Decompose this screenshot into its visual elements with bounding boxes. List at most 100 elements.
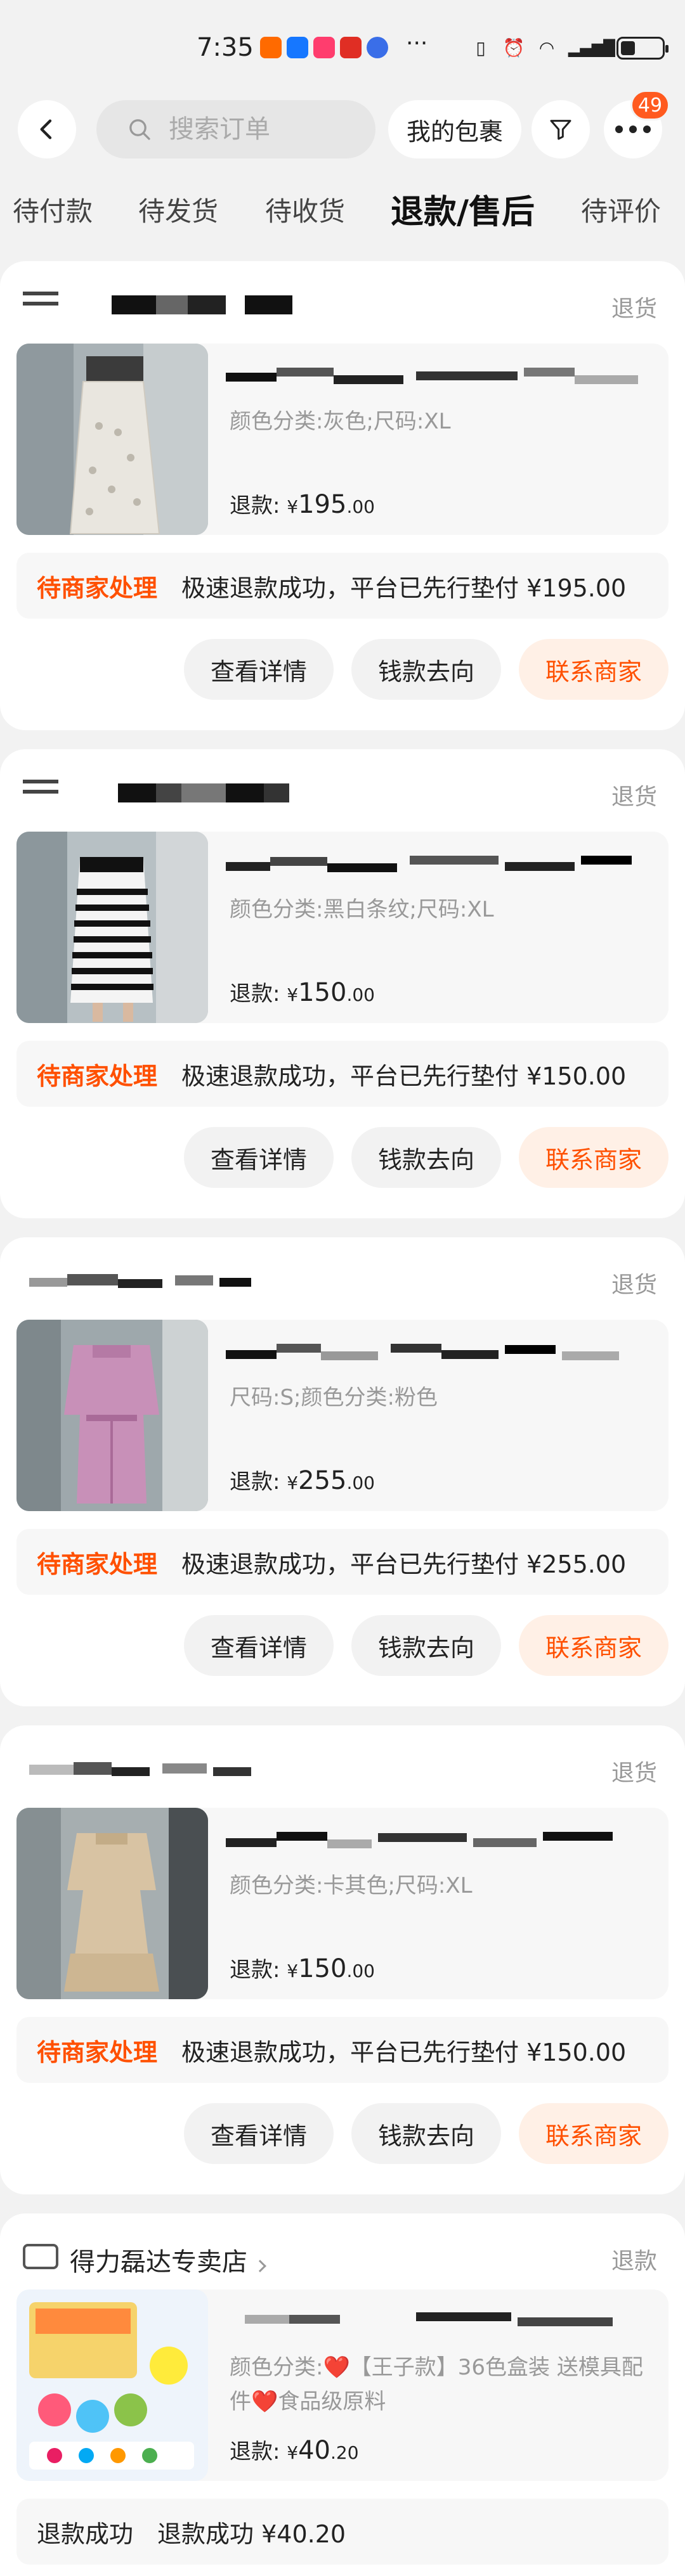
shop-name-redacted — [23, 1272, 251, 1291]
chevron-right-icon — [253, 2260, 266, 2272]
refund-status-desc: 极速退款成功，平台已先行垫付 ¥150.00 — [181, 2038, 627, 2066]
shop-row[interactable]: 得力磊达专卖店 退款 — [23, 2241, 657, 2277]
product-thumbnail[interactable] — [16, 1320, 208, 1511]
status-bar: 7:35 ··· ▯ ⏰ ◠ ▂▄▆█ — [0, 0, 685, 95]
product-title-redacted — [226, 1827, 644, 1850]
product-item[interactable]: 颜色分类:黑白条纹;尺码:XL 退款: ¥150.00 — [16, 832, 669, 1023]
order-actions: 查看详情 钱款去向 联系商家 — [183, 639, 669, 700]
order-card[interactable]: 退货 尺码:S;颜色分类:粉色 退款: ¥255.00 待商家处理 极速退款成功… — [0, 1237, 685, 1706]
product-title-redacted — [226, 2309, 644, 2331]
shop-row[interactable]: 退货 — [23, 1753, 657, 1786]
order-card[interactable]: 退货 颜色分类:卡其色;尺码:XL 退款: ¥150.00 待商家处理 极速退款… — [0, 1725, 685, 2194]
product-sku: 尺码:S;颜色分类:粉色 — [230, 1385, 438, 1410]
view-details-button[interactable]: 查看详情 — [183, 2103, 334, 2164]
tab-pending-review[interactable]: 待评价 — [581, 190, 661, 229]
refund-status-desc: 退款成功 ¥40.20 — [157, 2520, 346, 2548]
view-details-button[interactable]: 查看详情 — [183, 1615, 334, 1676]
refund-status-row[interactable]: 待商家处理 极速退款成功，平台已先行垫付 ¥150.00 — [16, 2017, 669, 2083]
refund-status-desc: 极速退款成功，平台已先行垫付 ¥195.00 — [181, 574, 627, 602]
shop-row[interactable]: 退货 — [23, 1265, 657, 1298]
product-item[interactable]: 颜色分类:灰色;尺码:XL 退款: ¥195.00 — [16, 344, 669, 535]
product-title-redacted — [226, 851, 644, 873]
product-thumbnail[interactable] — [16, 344, 208, 535]
header: 我的包裹 49 — [0, 90, 685, 165]
alarm-icon: ⏰ — [502, 37, 525, 58]
refund-status-row[interactable]: 待商家处理 极速退款成功，平台已先行垫付 ¥150.00 — [16, 1041, 669, 1107]
taobao-app-icon — [260, 37, 282, 58]
order-card[interactable]: 退货 颜色分类:灰色;尺码:XL 退款: ¥195.00 待商家处理 极速退款成… — [0, 261, 685, 730]
refund-status-tag: 退款 — [611, 2248, 657, 2274]
store-icon — [23, 2244, 58, 2269]
product-item[interactable]: 尺码:S;颜色分类:粉色 退款: ¥255.00 — [16, 1320, 669, 1511]
contact-seller-button[interactable]: 联系商家 — [518, 639, 669, 700]
my-package-button[interactable]: 我的包裹 — [388, 100, 521, 158]
return-status-tag: 退货 — [611, 1760, 657, 1786]
money-flow-button[interactable]: 钱款去向 — [351, 2103, 501, 2164]
contact-seller-button[interactable]: 联系商家 — [518, 1615, 669, 1676]
status-time: 7:35 — [197, 33, 254, 62]
order-actions: 查看详情 钱款去向 联系商家 — [183, 1127, 669, 1188]
alipay-app-icon — [287, 37, 308, 58]
shop-menu-icon — [23, 780, 58, 806]
notification-icons — [260, 37, 388, 58]
refund-status-label: 待商家处理 — [37, 2038, 158, 2066]
battery-icon — [616, 37, 669, 60]
product-sku: 颜色分类:黑白条纹;尺码:XL — [230, 897, 494, 922]
money-flow-button[interactable]: 钱款去向 — [351, 639, 501, 700]
refund-status-row[interactable]: 待商家处理 极速退款成功，平台已先行垫付 ¥195.00 — [16, 553, 669, 619]
view-details-button[interactable]: 查看详情 — [183, 1127, 334, 1188]
contact-seller-button[interactable]: 联系商家 — [518, 2103, 669, 2164]
refund-status-desc: 极速退款成功，平台已先行垫付 ¥150.00 — [181, 1062, 627, 1090]
product-thumbnail[interactable] — [16, 2289, 208, 2481]
tab-pending-receipt[interactable]: 待收货 — [265, 190, 345, 229]
shop-menu-icon — [23, 292, 58, 318]
signal-icon: ▂▄▆█ — [568, 39, 615, 57]
shop-name-redacted — [93, 295, 296, 314]
tab-pending-shipment[interactable]: 待发货 — [138, 190, 218, 229]
product-sku: 颜色分类:灰色;尺码:XL — [230, 409, 451, 434]
product-title-redacted — [226, 1339, 644, 1362]
notification-badge: 49 — [630, 90, 670, 120]
refund-status-row[interactable]: 退款成功 退款成功 ¥40.20 — [16, 2499, 669, 2565]
tab-pending-payment[interactable]: 待付款 — [13, 190, 93, 229]
order-tabs: 待付款 待发货 待收货 退款/售后 待评价 — [0, 190, 685, 241]
product-item[interactable]: 颜色分类:❤️【王子款】36色盒装 送模具配件❤️食品级原料 退款: ¥40.2… — [16, 2289, 669, 2481]
refund-status-label: 待商家处理 — [37, 574, 158, 602]
money-flow-button[interactable]: 钱款去向 — [351, 1127, 501, 1188]
contact-seller-button[interactable]: 联系商家 — [518, 1127, 669, 1188]
refund-amount: 退款: ¥40.20 — [230, 2436, 359, 2465]
product-title-redacted — [226, 363, 644, 385]
search-input[interactable] — [169, 115, 346, 144]
view-details-button[interactable]: 查看详情 — [183, 639, 334, 700]
product-thumbnail[interactable] — [16, 1808, 208, 1999]
refund-status-row[interactable]: 待商家处理 极速退款成功，平台已先行垫付 ¥255.00 — [16, 1529, 669, 1595]
shopping-app-icon — [313, 37, 335, 58]
product-item[interactable]: 颜色分类:卡其色;尺码:XL 退款: ¥150.00 — [16, 1808, 669, 1999]
order-card[interactable]: 得力磊达专卖店 退款 颜色分类:❤️【王子款】36色盒装 送模具配件❤️食品级原… — [0, 2213, 685, 2576]
filter-icon — [550, 120, 571, 140]
order-card[interactable]: 退货 颜色分类:黑白条纹;尺码:XL 退款: ¥150.00 待商家处理 极速退… — [0, 749, 685, 1218]
shop-row[interactable]: 退货 — [23, 777, 657, 810]
filter-button[interactable] — [532, 100, 590, 158]
return-status-tag: 退货 — [611, 1272, 657, 1298]
shop-name[interactable]: 得力磊达专卖店 — [70, 2241, 266, 2278]
money-flow-button[interactable]: 钱款去向 — [351, 1615, 501, 1676]
refund-status-desc: 极速退款成功，平台已先行垫付 ¥255.00 — [181, 1550, 627, 1578]
refund-amount: 退款: ¥255.00 — [230, 1466, 375, 1495]
more-dot-icon — [643, 126, 651, 133]
pinduoduo-app-icon — [340, 37, 362, 58]
more-dot-icon — [629, 126, 637, 133]
product-sku: 颜色分类:❤️【王子款】36色盒装 送模具配件❤️食品级原料 — [230, 2355, 643, 2414]
refund-amount: 退款: ¥150.00 — [230, 1954, 375, 1983]
back-button[interactable] — [18, 100, 76, 158]
shop-row[interactable]: 退货 — [23, 289, 657, 322]
generic-app-icon — [367, 37, 388, 58]
return-status-tag: 退货 — [611, 784, 657, 810]
tab-refund-aftersale[interactable]: 退款/售后 — [391, 185, 535, 233]
more-notifications-icon: ··· — [406, 30, 428, 56]
search-bar[interactable] — [96, 100, 375, 158]
search-icon — [129, 119, 150, 140]
nfc-icon: ▯ — [476, 37, 486, 58]
order-actions: 查看详情 钱款去向 联系商家 — [183, 2103, 669, 2164]
product-thumbnail[interactable] — [16, 832, 208, 1023]
